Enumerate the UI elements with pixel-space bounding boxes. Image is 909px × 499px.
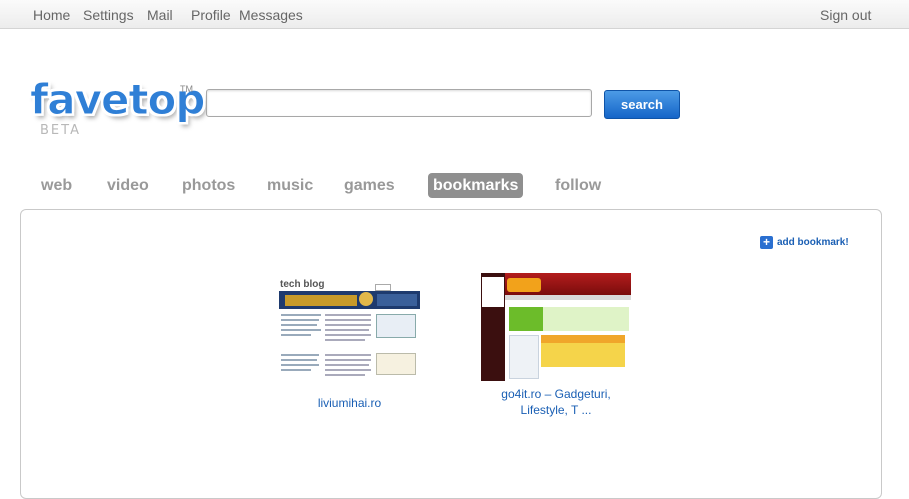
search-button[interactable]: search: [604, 90, 680, 119]
thumb-heading: tech blog: [280, 279, 325, 290]
logo-trademark: TM: [180, 84, 193, 94]
bookmarks-panel: [20, 209, 882, 499]
add-bookmark-link[interactable]: + add bookmark!: [760, 236, 849, 250]
bookmark-title-go4it[interactable]: go4it.ro – Gadgeturi, Lifestyle, T ...: [476, 386, 636, 418]
bookmark-title-liviumihai[interactable]: liviumihai.ro: [279, 395, 420, 411]
thumb-table: [376, 353, 416, 375]
tab-photos[interactable]: photos: [182, 173, 235, 198]
favetop-logo[interactable]: favetop TM BETA: [29, 77, 205, 140]
thumb-window: [376, 314, 416, 338]
tab-follow[interactable]: follow: [555, 173, 601, 198]
nav-home-link[interactable]: Home: [33, 7, 70, 23]
nav-mail-link[interactable]: Mail: [147, 7, 173, 23]
thumb-product-area: [541, 343, 625, 367]
thumb-side-list: [509, 335, 539, 379]
nav-settings-link[interactable]: Settings: [83, 7, 134, 23]
thumb-side-text: [482, 277, 504, 307]
tab-video[interactable]: video: [107, 173, 149, 198]
sign-out-link[interactable]: Sign out: [820, 7, 871, 23]
bookmark-title-go4it-line1: go4it.ro – Gadgeturi,: [501, 387, 611, 401]
thumb-click-block: [509, 307, 543, 331]
thumb-orange-bar: [541, 335, 625, 343]
logo-beta-label: BETA: [40, 123, 81, 138]
top-nav-bar: Home Settings Mail Profile Messages Sign…: [0, 0, 909, 29]
nav-messages-link[interactable]: Messages: [239, 7, 303, 23]
tab-music[interactable]: music: [267, 173, 313, 198]
bookmark-thumbnail-go4it[interactable]: [481, 273, 631, 381]
plus-icon: +: [760, 236, 773, 249]
tab-games[interactable]: games: [344, 173, 395, 198]
logo-wordmark: favetop: [29, 75, 205, 124]
thumb-search-box: [375, 284, 391, 291]
bookmark-title-go4it-line2: Lifestyle, T ...: [520, 403, 592, 417]
thumb-promo-banner: [543, 307, 629, 331]
thumb-go4it-logo: [507, 278, 541, 292]
thumb-banner: [279, 291, 420, 309]
add-bookmark-label: add bookmark!: [777, 237, 849, 249]
tab-web[interactable]: web: [41, 173, 72, 198]
thumb-nav: [505, 295, 631, 300]
tab-bookmarks[interactable]: bookmarks: [428, 173, 524, 198]
gold-banner-block: [285, 295, 357, 306]
coin-graphic: [359, 292, 373, 306]
banner-side-block: [377, 294, 417, 306]
search-input[interactable]: [206, 89, 592, 117]
bookmark-thumbnail-liviumihai[interactable]: tech blog: [279, 278, 420, 382]
nav-profile-link[interactable]: Profile: [191, 7, 231, 23]
